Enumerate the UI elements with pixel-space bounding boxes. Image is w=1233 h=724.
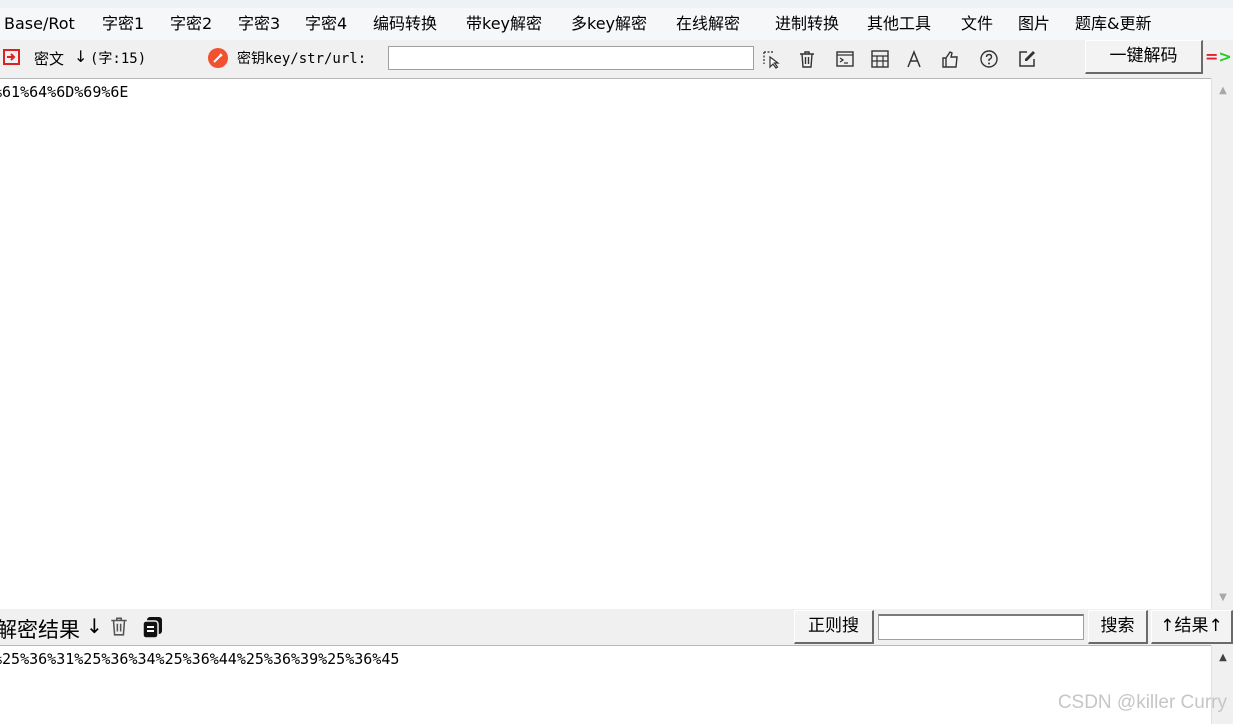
- arrow-down-icon: ↓: [86, 614, 103, 638]
- char-count: (字:15): [90, 51, 147, 67]
- terminal-icon[interactable]: [834, 48, 856, 70]
- menu-image[interactable]: 图片: [1018, 12, 1050, 36]
- copy-icon[interactable]: [141, 615, 165, 639]
- import-icon[interactable]: [2, 47, 22, 67]
- search-input[interactable]: [878, 614, 1084, 640]
- ciphertext-area[interactable]: %61%64%6D%69%6E: [0, 78, 1211, 609]
- menu-zimi-3[interactable]: 字密3: [238, 12, 280, 36]
- menu-file[interactable]: 文件: [961, 12, 993, 36]
- menu-online-decrypt[interactable]: 在线解密: [676, 12, 740, 36]
- menu-zimi-4[interactable]: 字密4: [305, 12, 347, 36]
- key-label: 密钥key/str/url:: [237, 51, 367, 67]
- menu-key-decrypt[interactable]: 带key解密: [466, 12, 542, 36]
- select-cursor-icon[interactable]: [760, 48, 782, 70]
- key-input[interactable]: [388, 46, 754, 70]
- ciphertext-label: 密文: [34, 50, 65, 68]
- watermark: CSDN @killer Curry: [1057, 692, 1227, 713]
- menu-bar: Base/Rot 字密1 字密2 字密3 字密4 编码转换 带key解密 多ke…: [0, 0, 1233, 40]
- send-arrow-icon[interactable]: =>: [1205, 47, 1232, 66]
- regex-search-button[interactable]: 正则搜: [794, 610, 874, 644]
- edit-icon[interactable]: [1016, 48, 1038, 70]
- result-area[interactable]: %25%36%31%25%36%34%25%36%44%25%36%39%25%…: [0, 645, 1211, 724]
- menu-multikey-decrypt[interactable]: 多key解密: [571, 12, 647, 36]
- result-bar: 解密结果 ↓ 正则搜 搜索 ↑结果↑: [0, 609, 1233, 645]
- thumbs-up-icon[interactable]: [939, 48, 961, 70]
- menu-question-bank[interactable]: 题库&更新: [1075, 12, 1151, 36]
- trash-icon[interactable]: [796, 48, 818, 70]
- arrow-down-icon: ↓: [74, 47, 88, 66]
- menu-other-tools[interactable]: 其他工具: [867, 12, 931, 36]
- calculator-icon[interactable]: [869, 48, 891, 70]
- menu-encoding[interactable]: 编码转换: [373, 12, 437, 36]
- one-click-decode-button[interactable]: 一键解码: [1085, 40, 1203, 74]
- result-text: %25%36%31%25%36%34%25%36%44%25%36%39%25%…: [0, 650, 400, 668]
- menu-base-rot[interactable]: Base/Rot: [4, 12, 75, 36]
- key-pen-icon: [207, 47, 229, 69]
- scroll-up-arrow-icon[interactable]: ▲: [1212, 80, 1233, 100]
- result-trash-icon[interactable]: [108, 615, 130, 637]
- menu-zimi-1[interactable]: 字密1: [102, 12, 144, 36]
- scroll-down-arrow-icon[interactable]: ▼: [1212, 587, 1233, 607]
- search-button[interactable]: 搜索: [1088, 610, 1148, 644]
- ciphertext-scrollbar[interactable]: ▲ ▼: [1211, 78, 1233, 609]
- menu-zimi-2[interactable]: 字密2: [170, 12, 212, 36]
- font-icon[interactable]: [903, 48, 925, 70]
- help-icon[interactable]: [978, 48, 1000, 70]
- scroll-up-arrow-icon[interactable]: ▲: [1212, 647, 1233, 667]
- result-up-button[interactable]: ↑结果↑: [1151, 610, 1233, 644]
- menu-base-convert[interactable]: 进制转换: [775, 12, 839, 36]
- toolbar: 密文 ↓ (字:15) 密钥key/str/url: 一键解码 =>: [0, 40, 1233, 78]
- result-label: 解密结果: [0, 618, 80, 642]
- ciphertext-text: %61%64%6D%69%6E: [0, 83, 129, 101]
